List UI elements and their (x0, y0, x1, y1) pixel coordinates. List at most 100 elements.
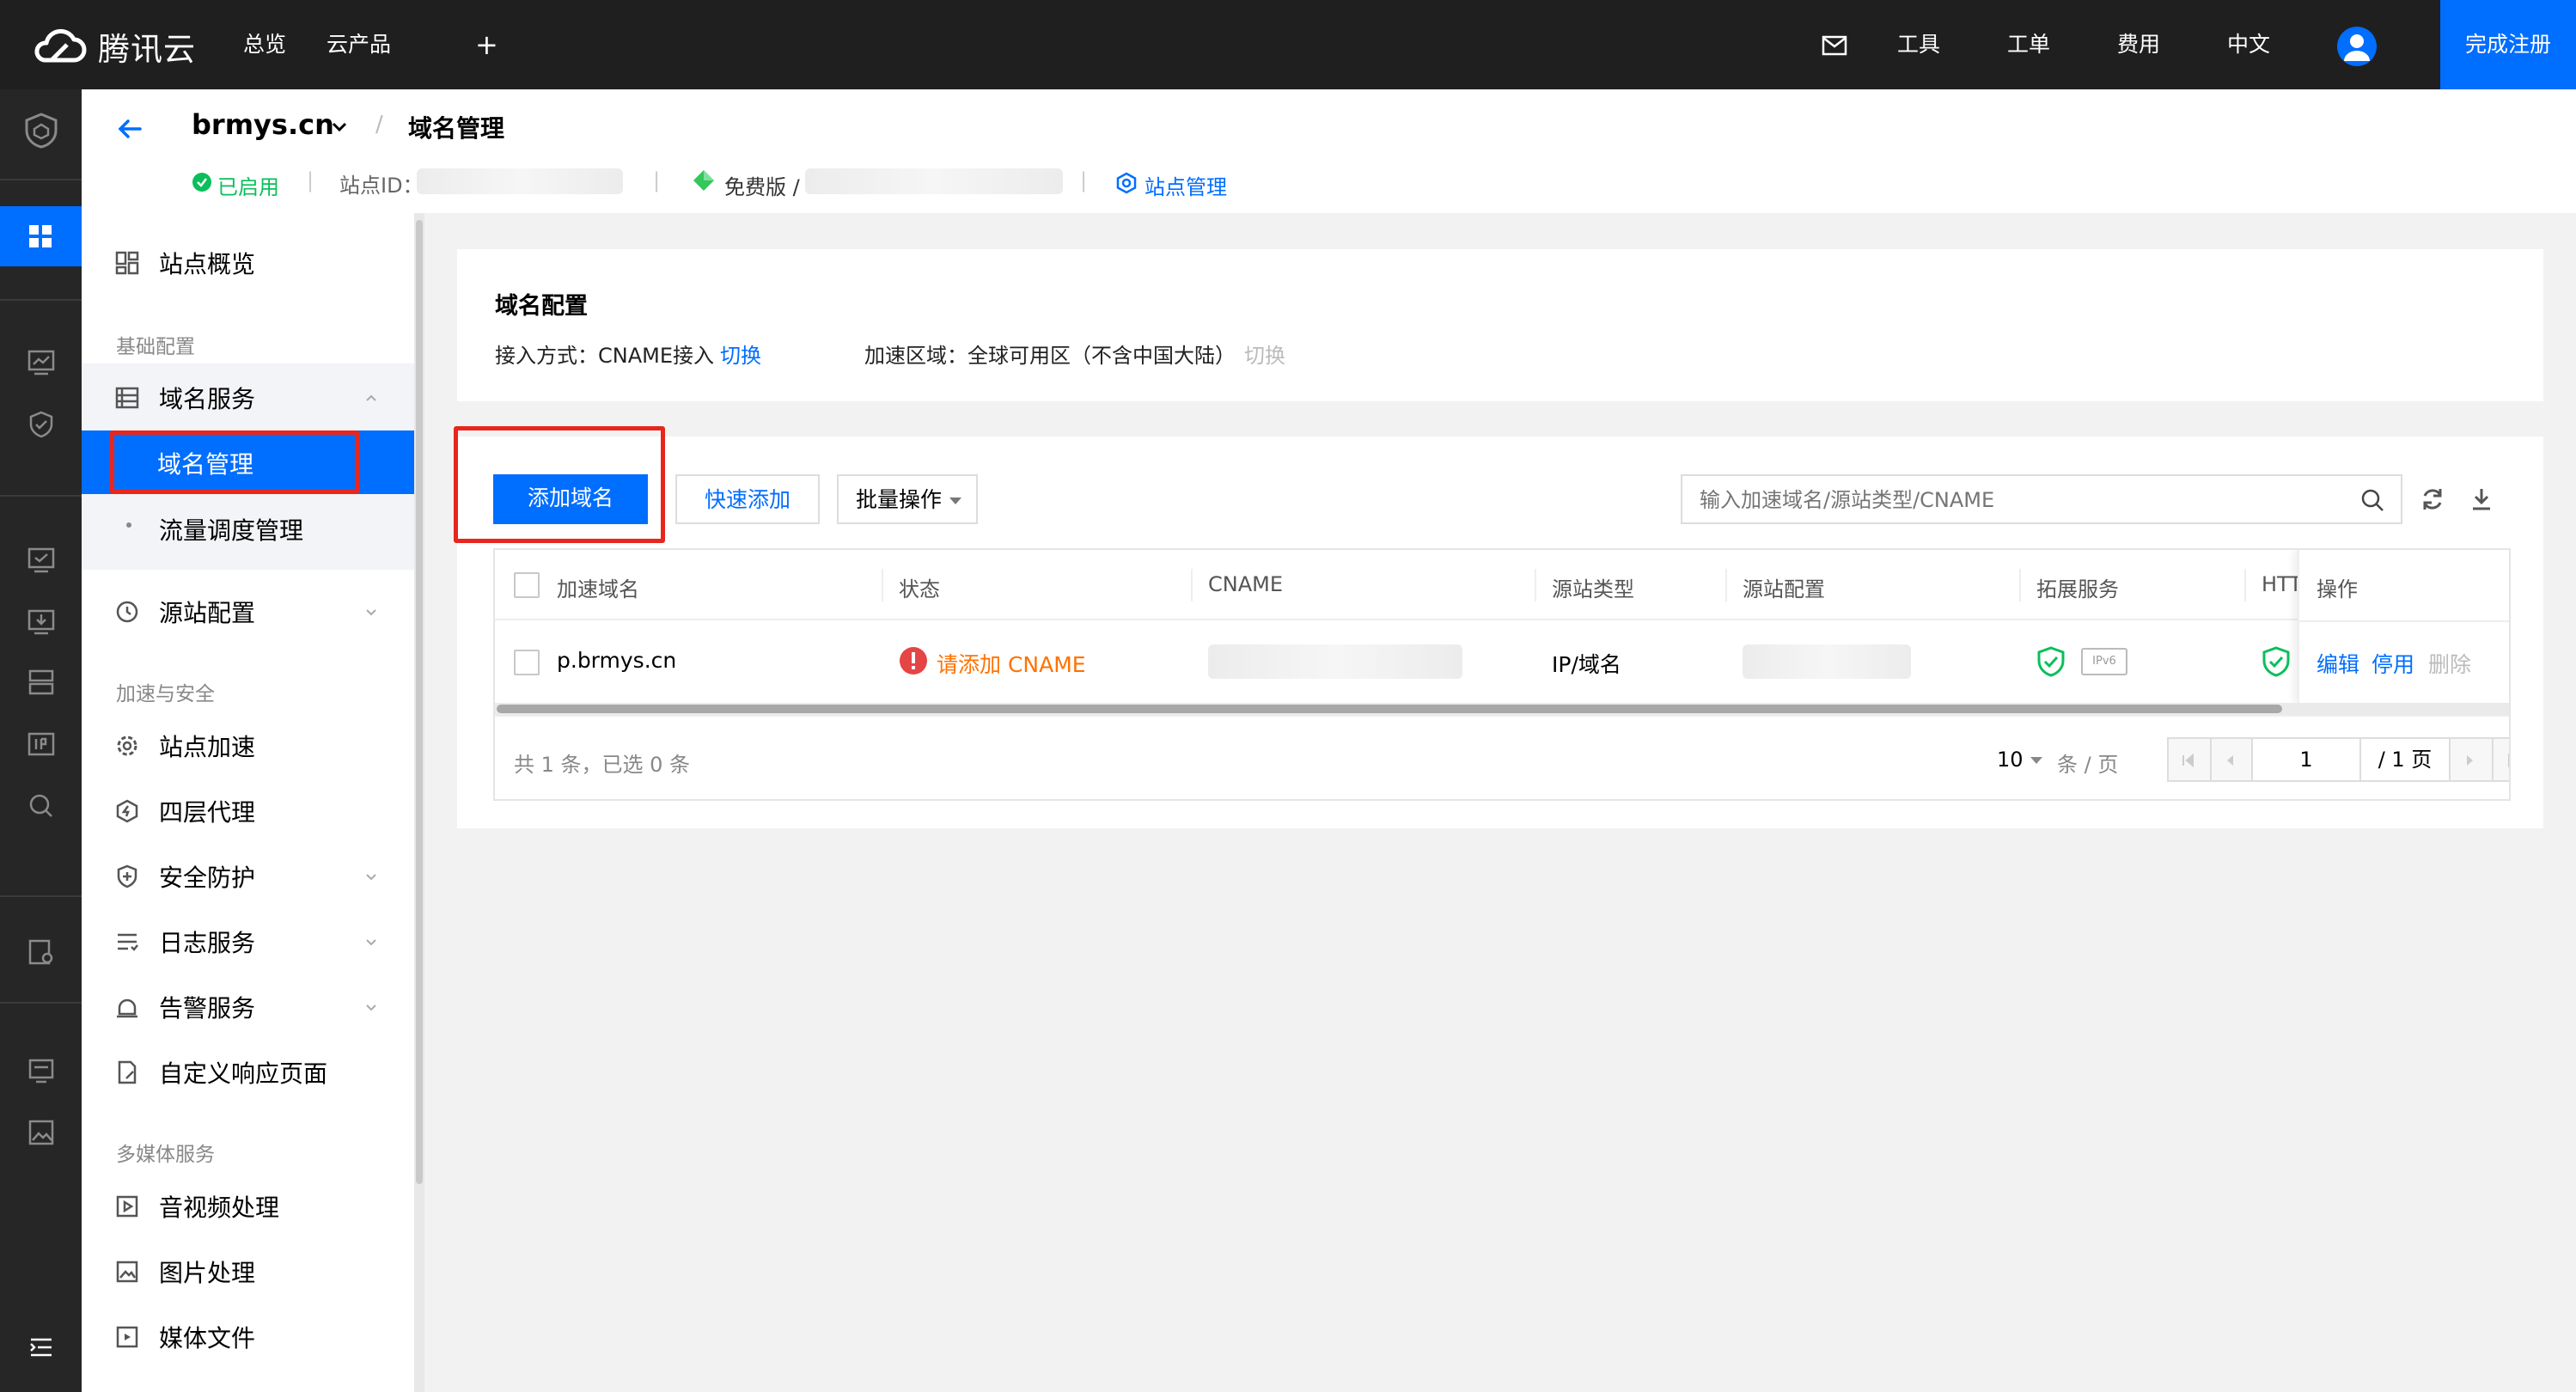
refresh-icon[interactable] (2419, 485, 2446, 513)
row-cname-redacted (1208, 644, 1462, 679)
current-page-input[interactable]: 1 (2253, 739, 2359, 780)
col-actions: 操作 (2317, 577, 2358, 601)
search-icon[interactable] (26, 791, 57, 821)
sidebar-item-domain-service[interactable]: 域名服务 (82, 372, 414, 424)
row-checkbox[interactable] (514, 650, 540, 675)
select-all-checkbox[interactable] (514, 572, 540, 598)
nav-billing[interactable]: 费用 (2117, 0, 2160, 89)
sidebar-item-label: 源站配置 (159, 599, 256, 627)
col-origin-type: 源站类型 (1552, 577, 1634, 601)
shield-check-icon (2262, 646, 2290, 677)
delete-link[interactable]: 删除 (2428, 648, 2471, 679)
site-name[interactable]: brmys.cn (192, 108, 334, 141)
sidebar-item-custom-page[interactable]: 自定义响应页面 (82, 1047, 414, 1098)
nav-language[interactable]: 中文 (2227, 0, 2270, 89)
row-domain: p.brmys.cn (557, 648, 677, 673)
row-status-link[interactable]: 请添加 CNAME (937, 648, 1086, 679)
sidebar-item-overview[interactable]: 站点概览 (82, 237, 414, 289)
register-button[interactable]: 完成注册 (2440, 0, 2576, 89)
sidebar-item-l4-proxy[interactable]: 四层代理 (82, 785, 414, 837)
disable-link[interactable]: 停用 (2372, 648, 2414, 679)
back-arrow-icon[interactable] (114, 113, 145, 144)
accel-region: 加速区域：全球可用区（不含中国大陆） (864, 344, 1236, 368)
user-avatar[interactable] (2337, 27, 2377, 66)
chevron-down-icon (366, 609, 376, 616)
site-settings-icon[interactable] (1115, 172, 1138, 194)
quick-add-button[interactable]: 快速添加 (675, 474, 820, 524)
nav-products[interactable]: 云产品 (327, 0, 391, 89)
sidebar-item-label: 日志服务 (159, 929, 256, 957)
divider: | (307, 168, 314, 192)
sidebar-group-media: 多媒体服务 (116, 1144, 215, 1166)
sidebar-item-traffic[interactable]: 流量调度管理 (82, 504, 414, 555)
sidebar-item-label: 媒体文件 (159, 1324, 256, 1352)
server-icon[interactable] (26, 667, 57, 698)
shield-check-icon[interactable] (26, 409, 57, 440)
image-process-icon (116, 1261, 138, 1283)
page-title: 域名管理 (408, 114, 505, 143)
domain-table: 加速域名 状态 CNAME 源站类型 源站配置 拓展服务 HTT p.brmys… (493, 548, 2511, 801)
col-divider (1191, 569, 1193, 601)
monitor-chart-icon[interactable] (26, 347, 57, 378)
selection-summary: 共 1 条，已选 0 条 (514, 753, 691, 777)
brand-name: 腾讯云 (98, 31, 196, 68)
sidebar-item-label: 站点概览 (159, 250, 256, 278)
last-page-icon[interactable] (2506, 753, 2511, 768)
prev-page-icon[interactable] (2222, 753, 2237, 768)
sidebar-item-logs[interactable]: 日志服务 (82, 916, 414, 968)
shield-check-icon (2037, 646, 2065, 677)
media-icon[interactable] (26, 1055, 57, 1086)
download-icon[interactable] (2468, 485, 2495, 513)
table-scroll-thumb[interactable] (497, 705, 2282, 713)
caret-down-icon[interactable] (2030, 756, 2043, 765)
sidebar-scroll-thumb[interactable] (416, 220, 423, 1184)
rail-divider (0, 495, 82, 497)
edgeone-icon[interactable] (22, 112, 60, 150)
sidebar-item-av-process[interactable]: 音视频处理 (82, 1181, 414, 1232)
nav-add-button[interactable]: + (475, 0, 498, 89)
sidebar-item-site-accel[interactable]: 站点加速 (82, 720, 414, 772)
sidebar-item-origin[interactable]: 源站配置 (82, 586, 414, 638)
download-box-icon[interactable] (26, 607, 57, 638)
edit-link[interactable]: 编辑 (2317, 648, 2359, 679)
sidebar-item-alerts[interactable]: 告警服务 (82, 981, 414, 1033)
rail-item-dashboard[interactable] (0, 206, 82, 266)
region-switch-link[interactable]: 切换 (1244, 339, 1285, 369)
folder-play-icon (116, 1326, 138, 1348)
settings-doc-icon[interactable] (26, 937, 57, 968)
chevron-down-icon[interactable] (331, 120, 348, 134)
site-manage-link[interactable]: 站点管理 (1145, 170, 1227, 200)
access-switch-link[interactable]: 切换 (720, 339, 761, 369)
domain-list-icon (115, 387, 139, 409)
search-input[interactable] (1698, 485, 2351, 516)
sidebar: 站点概览 基础配置 域名服务 域名管理 流量调度管理 源站配置 加速与安全 站点… (82, 213, 414, 1392)
first-page-icon[interactable] (2181, 753, 2196, 768)
sidebar-item-security[interactable]: 安全防护 (82, 851, 414, 902)
sidebar-item-image-process[interactable]: 图片处理 (82, 1246, 414, 1297)
col-ext-service: 拓展服务 (2036, 577, 2119, 601)
batch-action-dropdown[interactable]: 批量操作 (837, 474, 978, 524)
menu-collapse-icon[interactable] (26, 1332, 57, 1363)
next-page-icon[interactable] (2463, 753, 2478, 768)
nav-tools[interactable]: 工具 (1897, 0, 1940, 89)
search-icon[interactable] (2359, 487, 2385, 513)
plan-diamond-icon (693, 170, 714, 191)
image-icon[interactable] (26, 1117, 57, 1148)
nav-tickets[interactable]: 工单 (2007, 0, 2050, 89)
table-row[interactable]: p.brmys.cn 请添加 CNAME IP/域名 IPv6 已配 (495, 620, 2509, 703)
divider: | (653, 168, 661, 192)
screen-icon[interactable] (26, 545, 57, 576)
col-divider (882, 569, 883, 601)
access-method: 接入方式：CNAME接入 (495, 344, 714, 368)
col-divider (2244, 569, 2246, 601)
mail-icon[interactable] (1822, 35, 1847, 56)
total-pages-label: / 1 页 (2361, 739, 2449, 780)
brand-logo[interactable]: 腾讯云 (33, 22, 196, 70)
search-box[interactable] (1681, 474, 2402, 524)
ip-icon[interactable] (26, 729, 57, 760)
sidebar-item-media-files[interactable]: 媒体文件 (82, 1311, 414, 1363)
site-id-label: 站点ID： (339, 174, 424, 198)
page-size-select[interactable]: 10 (1997, 748, 2024, 772)
highlight-box (110, 430, 359, 494)
nav-overview[interactable]: 总览 (243, 0, 286, 89)
